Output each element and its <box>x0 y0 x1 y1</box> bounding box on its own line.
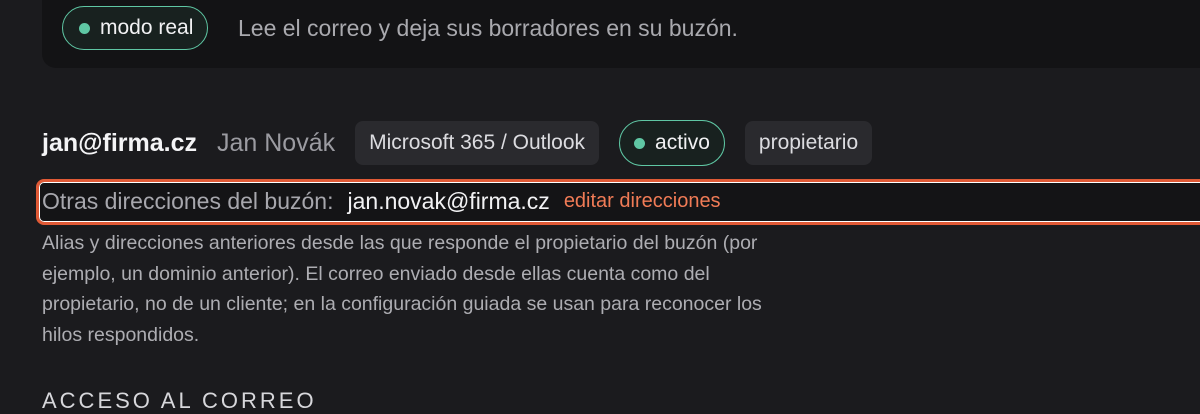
aliases-row: Otras direcciones del buzón: jan.novak@f… <box>42 186 721 216</box>
account-email: jan@firma.cz <box>42 128 197 157</box>
edit-addresses-link[interactable]: editar direcciones <box>564 190 721 213</box>
role-badge: propietario <box>744 121 873 165</box>
provider-badge: Microsoft 365 / Outlook <box>355 121 600 165</box>
account-owner-name: Jan Novák <box>216 128 336 157</box>
mode-description: Lee el correo y deja sus borradores en s… <box>238 15 738 41</box>
status-dot-icon <box>79 22 90 34</box>
aliases-label: Otras direcciones del buzón: <box>42 187 334 214</box>
aliases-help-text: Alias y direcciones anteriores desde las… <box>42 232 762 346</box>
mode-label: modo real <box>100 16 194 39</box>
status-label: activo <box>655 131 710 154</box>
section-heading-mail-access: ACCESO AL CORREO <box>42 388 317 413</box>
aliases-value: jan.novak@firma.cz <box>347 187 550 214</box>
active-dot-icon <box>634 137 646 149</box>
status-badge: activo <box>619 120 725 166</box>
account-header: jan@firma.cz Jan Novák Microsoft 365 / O… <box>42 120 873 166</box>
mode-badge: modo real <box>62 6 209 50</box>
